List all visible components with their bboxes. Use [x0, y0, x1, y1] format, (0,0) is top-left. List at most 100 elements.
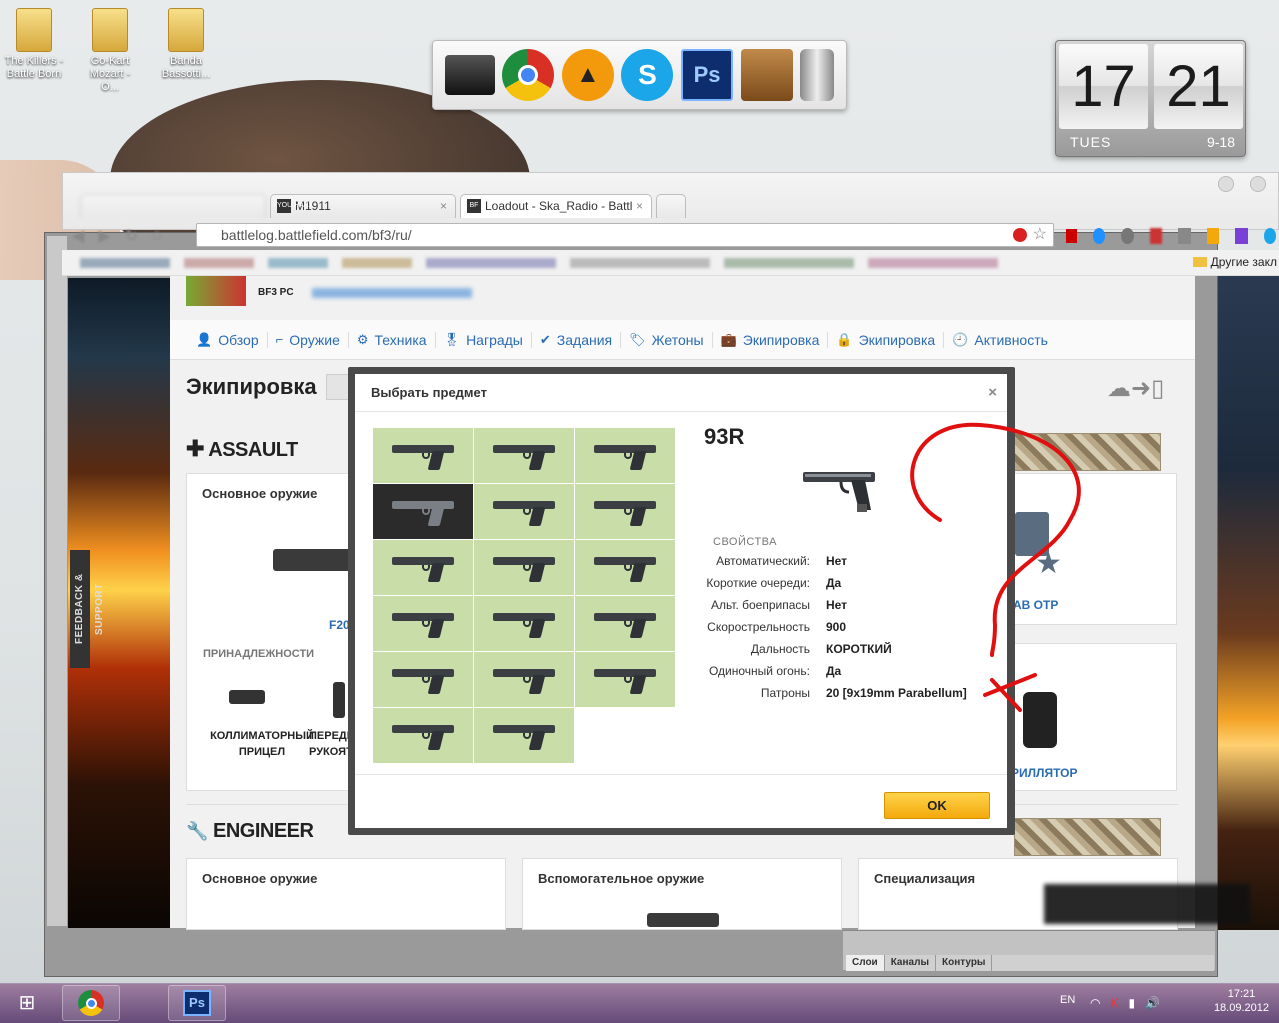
camo-swatch[interactable]	[1014, 818, 1161, 856]
foregrip-icon[interactable]	[333, 682, 345, 718]
weapon-slot[interactable]	[373, 428, 473, 483]
profile-name-blurred[interactable]	[312, 288, 472, 298]
close-icon[interactable]: ×	[988, 374, 997, 412]
cloud-sync-icon[interactable]: ☁➜▯	[1107, 374, 1164, 403]
nav-buttons[interactable]: ◀ ▶ ↻ ⌂	[72, 226, 192, 246]
bookmark-item[interactable]	[268, 257, 328, 268]
feedback-support-tab[interactable]: FEEDBACK & SUPPORT	[70, 550, 105, 668]
kaspersky-icon[interactable]	[1066, 229, 1077, 243]
bookmark-item[interactable]	[570, 257, 710, 268]
bookmark-item[interactable]	[342, 257, 412, 268]
bookmark-item[interactable]	[868, 257, 998, 268]
nav-assignments[interactable]: ✔ Задания	[532, 331, 622, 348]
reload-icon[interactable]: ↻	[125, 226, 138, 246]
weapon-slot[interactable]	[575, 484, 675, 539]
address-bar[interactable]: battlelog.battlefield.com/bf3/ru/ ☆	[196, 223, 1054, 247]
weapon-slot[interactable]	[474, 652, 574, 707]
weapon-slot[interactable]	[575, 540, 675, 595]
desktop-icon-banda[interactable]: Banda Bassotti...	[156, 8, 216, 81]
aimp-icon[interactable]: ▲	[561, 49, 614, 101]
weapon-slot-selected[interactable]	[373, 484, 473, 539]
chrome-icon[interactable]	[502, 49, 555, 101]
show-hidden-icon[interactable]: ◠	[1090, 996, 1100, 1010]
forward-icon[interactable]: ▶	[98, 226, 110, 246]
gadget-name[interactable]: РИЛЛЯТОР	[1011, 766, 1077, 780]
bookmark-item[interactable]	[80, 257, 170, 268]
language-indicator[interactable]: EN	[1060, 994, 1075, 1006]
tab-channels[interactable]: Каналы	[885, 955, 936, 971]
home-icon[interactable]: ⌂	[152, 226, 162, 246]
weapon-slot[interactable]	[575, 652, 675, 707]
start-button[interactable]: ⊞	[10, 988, 44, 1018]
adblock-icon[interactable]	[1013, 228, 1027, 242]
desktop-icon-gokart[interactable]: Go-Kart Mozart - O...	[80, 8, 140, 94]
engineer-primary-card[interactable]: Основное оружие	[186, 858, 506, 930]
nav-label: Оружие	[289, 331, 340, 348]
star-icon[interactable]: ☆	[1033, 224, 1047, 246]
tab-m1911[interactable]: YOU HAXX M1911 ×	[270, 194, 456, 218]
notification-toast[interactable]	[1044, 884, 1250, 924]
bookmark-item[interactable]	[724, 257, 854, 268]
weapon-slot[interactable]	[373, 708, 473, 763]
weapon-slot[interactable]	[575, 428, 675, 483]
nav-loadout-locked[interactable]: 🔒 Экипировка	[828, 331, 945, 348]
new-tab-button[interactable]	[656, 194, 686, 218]
tab-loadout[interactable]: BF Loadout - Ska_Radio - Battl ×	[460, 194, 652, 218]
clock-day: TUES	[1070, 134, 1112, 150]
tab-paths[interactable]: Контуры	[936, 955, 993, 971]
weapon-slot[interactable]	[474, 708, 574, 763]
network-icon[interactable]: ▮	[1129, 996, 1136, 1010]
weapon-slot[interactable]	[474, 428, 574, 483]
extension-icon[interactable]	[1121, 228, 1134, 244]
weapon-slot[interactable]	[474, 540, 574, 595]
kaspersky-icon[interactable]: K	[1110, 996, 1118, 1010]
skype-icon[interactable]	[1263, 228, 1276, 244]
trash-icon[interactable]	[800, 49, 835, 101]
nav-activity[interactable]: 🕘 Активность	[944, 332, 1056, 348]
extension-icon[interactable]	[1206, 228, 1220, 244]
assault-primary-card[interactable]: Основное оружие F20 ПРИНАДЛЕЖНОСТИ КОЛЛИ…	[186, 473, 359, 791]
nav-weapons[interactable]: ⌐ Оружие	[268, 331, 349, 348]
nav-loadout[interactable]: 💼 Экипировка	[713, 331, 829, 348]
extension-icon[interactable]	[1235, 228, 1248, 244]
ok-button[interactable]: OK	[884, 792, 990, 819]
minimize-button[interactable]	[1218, 176, 1234, 192]
red-dot-sight-icon[interactable]	[229, 690, 265, 704]
weapon-slot[interactable]	[373, 596, 473, 651]
extension-icon[interactable]	[1149, 228, 1163, 244]
weapon-slot[interactable]	[474, 484, 574, 539]
skype-icon[interactable]: S	[621, 49, 674, 101]
weapon-name[interactable]: F20	[329, 618, 350, 632]
nav-dogtags[interactable]: 🏷 Жетоны	[621, 331, 713, 348]
extension-icon[interactable]	[1092, 228, 1106, 244]
engineer-secondary-card[interactable]: Вспомогательное оружие	[522, 858, 842, 930]
nav-overview[interactable]: 👤 Обзор	[188, 331, 268, 348]
close-icon[interactable]: ×	[440, 195, 447, 217]
desktop-icon-label: The Killers - Battle Born	[4, 55, 64, 80]
close-window-button[interactable]	[1250, 176, 1266, 192]
taskbar-chrome[interactable]	[62, 985, 120, 1021]
folder-icon[interactable]	[740, 49, 793, 101]
monitor-icon[interactable]	[444, 55, 495, 95]
desktop-icon-killers[interactable]: The Killers - Battle Born	[4, 8, 64, 81]
nav-awards[interactable]: 🎖 Награды	[436, 331, 532, 348]
back-icon[interactable]: ◀	[72, 226, 84, 246]
nav-vehicles[interactable]: ⚙ Техника	[349, 331, 436, 348]
other-bookmarks[interactable]: Другие закл	[1192, 255, 1277, 269]
photoshop-icon[interactable]: Ps	[681, 49, 734, 101]
bookmark-item[interactable]	[184, 257, 254, 268]
weapon-slot[interactable]	[373, 652, 473, 707]
close-icon[interactable]: ×	[636, 195, 643, 217]
extension-icon[interactable]	[1178, 228, 1191, 244]
weapon-slot[interactable]	[474, 596, 574, 651]
tray-clock[interactable]: 17:21 18.09.2012	[1214, 987, 1269, 1015]
plus-icon: ✚	[186, 436, 204, 461]
bookmark-item[interactable]	[426, 257, 556, 268]
weapon-slot[interactable]	[373, 540, 473, 595]
tab-layers[interactable]: Слои	[846, 955, 885, 971]
volume-icon[interactable]: 🔊	[1145, 996, 1160, 1010]
tab-blurred[interactable]	[80, 194, 266, 218]
taskbar-photoshop[interactable]: Ps	[168, 985, 226, 1021]
weapon-slot[interactable]	[575, 596, 675, 651]
avatar[interactable]	[186, 276, 246, 306]
